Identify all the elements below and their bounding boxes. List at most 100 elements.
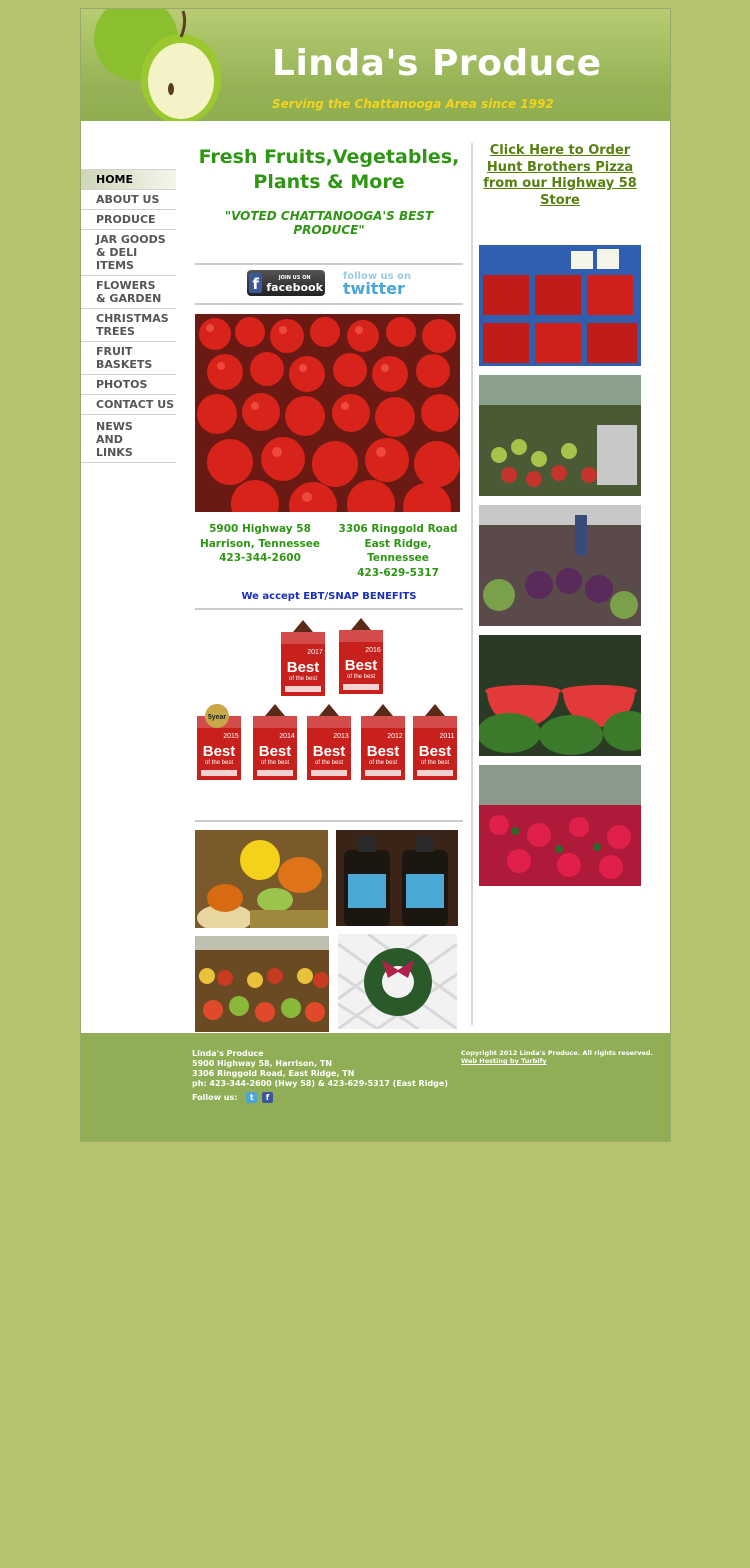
voted-best-text: "VOTED CHATTANOOGA'S BEST PRODUCE" [224,209,434,237]
nav-item-jar-goods[interactable]: JAR GOODS & DELI ITEMS [81,230,176,276]
twitter-icon[interactable]: t [246,1092,258,1103]
divider [195,303,463,305]
nav-label: FRUIT BASKETS [96,345,153,371]
main-content: Fresh Fruits,Vegetables, Plants & More "… [195,145,463,1032]
footer-addr1: 5900 Highway 58, Harrison, TN [192,1059,333,1068]
badge-sub: of the best [261,760,289,766]
site-header: Linda's Produce Serving the Chattanooga … [81,9,670,121]
award-badge-2012: 2012 Best of the best [359,702,407,782]
facebook-icon[interactable]: f [262,1092,274,1103]
store2-street: 3306 Ringgold Road [338,523,458,535]
badge-year: 2015 [223,733,239,740]
badge-best: Best [287,659,320,676]
pizza-order-link[interactable]: Click Here to Order Hunt Brothers Pizza … [479,143,641,209]
apples-basket-photo[interactable] [195,936,329,1032]
nav-label: NEWS AND LINKS [96,420,133,459]
badge-sub: of the best [369,760,397,766]
footer-follow-label: Follow us: [192,1093,238,1102]
column-divider [471,143,473,1025]
badge-best: Best [313,743,346,760]
twitter-label: twitter [342,279,405,298]
store-east-ridge: 3306 Ringgold Road East Ridge, Tennessee… [333,522,463,580]
award-badge-2013: 2013 Best of the best [305,702,353,782]
site-title[interactable]: Linda's Produce [272,43,601,84]
facebook-label: facebook [266,281,323,294]
site-footer: Linda's Produce 5900 Highway 58, Harriso… [81,1033,670,1141]
award-badge-2011: 2011 Best of the best [411,702,459,782]
nav-label: JAR GOODS & DELI ITEMS [96,233,166,272]
facebook-text: JOIN US ON facebook [266,273,323,293]
badge-year: 2013 [333,733,349,740]
store1-phone: 423-344-2600 [219,552,301,564]
footer-name: Linda's Produce [192,1049,264,1058]
badge-best: Best [367,743,400,760]
nav-item-christmas-trees[interactable]: CHRISTMAS TREES [81,309,176,342]
best-of-awards: 2017 Best of the best 2016 Best of the best 20… [195,610,463,820]
badge-year: 2017 [307,649,323,656]
headline-line-2: Plants & More [253,171,405,193]
footer-legal: Copyright 2012 Linda's Produce. All righ… [461,1049,653,1065]
badge-sub: of the best [205,760,233,766]
badge-year: 2014 [279,733,295,740]
apples-bins-photo[interactable] [479,375,641,496]
footer-follow-row: Follow us: t f [192,1092,448,1103]
store-hwy58: 5900 Highway 58 Harrison, Tennessee 423-… [195,522,325,580]
headline: Fresh Fruits,Vegetables, Plants & More [195,145,463,195]
nav-item-about-us[interactable]: ABOUT US [81,190,176,210]
badge-sub: of the best [347,674,375,680]
nav-label: PHOTOS [96,378,148,391]
badge-5year: 5year [208,714,227,721]
footer-contact: Linda's Produce 5900 Highway 58, Harriso… [192,1049,448,1103]
pumpkins-photo[interactable] [195,830,328,928]
page-container: Linda's Produce Serving the Chattanooga … [80,8,671,1142]
nav-item-photos[interactable]: PHOTOS [81,375,176,395]
footer-addr2: 3306 Ringgold Road, East Ridge, TN [192,1069,355,1078]
nav-item-news-links[interactable]: NEWS AND LINKS [81,415,176,463]
store1-street: 5900 Highway 58 [209,523,311,535]
sidebar-nav: HOME ABOUT US PRODUCE JAR GOODS & DELI I… [81,169,176,463]
nav-label: HOME [96,173,134,186]
watermelons-photo[interactable] [479,635,641,756]
wreath-photo[interactable] [338,934,457,1029]
badge-best: Best [203,743,236,760]
badge-year: 2016 [365,647,381,654]
tomatoes-photo [195,314,460,512]
nav-item-fruit-baskets[interactable]: FRUIT BASKETS [81,342,176,375]
store2-city: East Ridge, Tennessee [364,537,432,565]
nav-item-flowers[interactable]: FLOWERS & GARDEN [81,276,176,309]
ebt-notice: We accept EBT/SNAP BENEFITS [241,591,417,602]
store-addresses: 5900 Highway 58 Harrison, Tennessee 423-… [195,522,463,580]
badge-best: Best [259,743,292,760]
nav-label: ABOUT US [96,193,160,206]
badge-best: Best [419,743,452,760]
apple-logo-image [94,9,221,121]
award-badge-2017: 2017 Best of the best [279,618,327,698]
jar-goods-photo[interactable] [336,830,458,926]
nav-item-produce[interactable]: PRODUCE [81,210,176,230]
award-badge-2015: 2015 Best of the best 5year [195,702,243,782]
copyright-text: Copyright 2012 Linda's Produce. All righ… [461,1049,653,1057]
nav-item-contact-us[interactable]: CONTACT US [81,395,176,415]
badge-sub: of the best [421,760,449,766]
site-tagline: Serving the Chattanooga Area since 1992 [272,97,554,111]
product-thumbnails [195,822,463,1032]
nav-label: CHRISTMAS TREES [96,312,169,338]
badge-sub: of the best [315,760,343,766]
nav-item-home[interactable]: HOME [81,169,176,190]
right-column: Click Here to Order Hunt Brothers Pizza … [479,143,641,895]
flowers-greenhouse-photo[interactable] [479,765,641,886]
strawberries-photo[interactable] [479,245,641,366]
badge-best: Best [345,657,378,674]
twitter-button[interactable]: follow us on twitter [342,271,411,298]
vegetables-market-photo[interactable] [479,505,641,626]
nav-label: CONTACT US [96,398,175,411]
headline-line-1: Fresh Fruits,Vegetables, [198,146,460,168]
facebook-icon: f [248,273,263,293]
facebook-button[interactable]: f JOIN US ON facebook [246,270,325,296]
nav-label: FLOWERS & GARDEN [96,279,162,305]
badge-sub: of the best [289,676,317,682]
social-buttons: f JOIN US ON facebook follow us on twitt… [195,265,463,301]
hosting-link[interactable]: Web Hosting by Turbify [461,1057,547,1065]
badge-year: 2011 [439,733,454,740]
footer-phones: ph: 423-344-2600 (Hwy 58) & 423-629-5317… [192,1079,448,1088]
